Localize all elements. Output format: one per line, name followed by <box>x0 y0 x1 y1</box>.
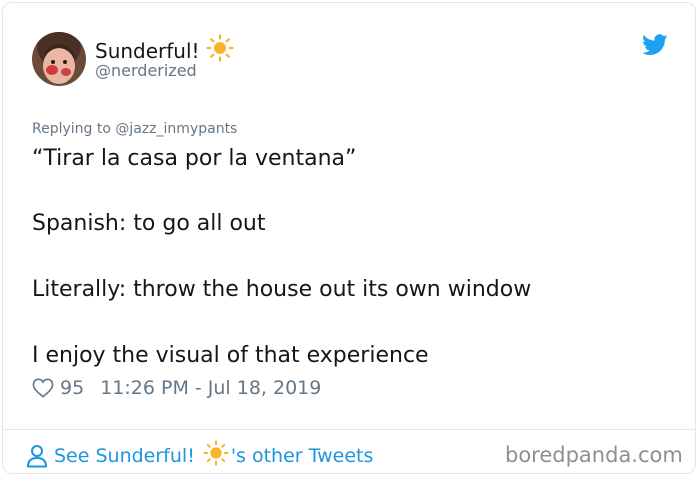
timestamp[interactable]: 11:26 PM - Jul 18, 2019 <box>100 377 321 399</box>
see-other-tweets-suffix[interactable]: 's other Tweets <box>231 445 374 467</box>
heart-icon[interactable] <box>32 378 54 398</box>
sun-icon <box>203 440 229 471</box>
sun-icon <box>205 34 234 67</box>
replying-to[interactable]: Replying to @jazz_inmypants <box>32 121 237 137</box>
tweet-line: “Tirar la casa por la ventana” <box>32 146 357 171</box>
tweet-meta: 95 11:26 PM - Jul 18, 2019 <box>32 377 321 399</box>
tweet-line: Spanish: to go all out <box>32 211 266 236</box>
handle[interactable]: @nerderized <box>95 61 197 80</box>
see-other-tweets-prefix[interactable]: See Sunderful! <box>54 445 195 467</box>
avatar[interactable] <box>32 32 86 86</box>
see-other-tweets-link[interactable]: See Sunderful! 's other Tweets <box>26 440 373 471</box>
watermark: boredpanda.com <box>505 443 683 467</box>
person-icon <box>26 444 48 468</box>
twitter-bird-icon[interactable] <box>642 34 668 56</box>
like-count: 95 <box>60 377 85 399</box>
tweet-line: I enjoy the visual of that experience <box>32 343 429 368</box>
display-name-text[interactable]: Sunderful! <box>95 39 200 63</box>
divider <box>2 429 696 430</box>
tweet-line: Literally: throw the house out its own w… <box>32 277 532 302</box>
